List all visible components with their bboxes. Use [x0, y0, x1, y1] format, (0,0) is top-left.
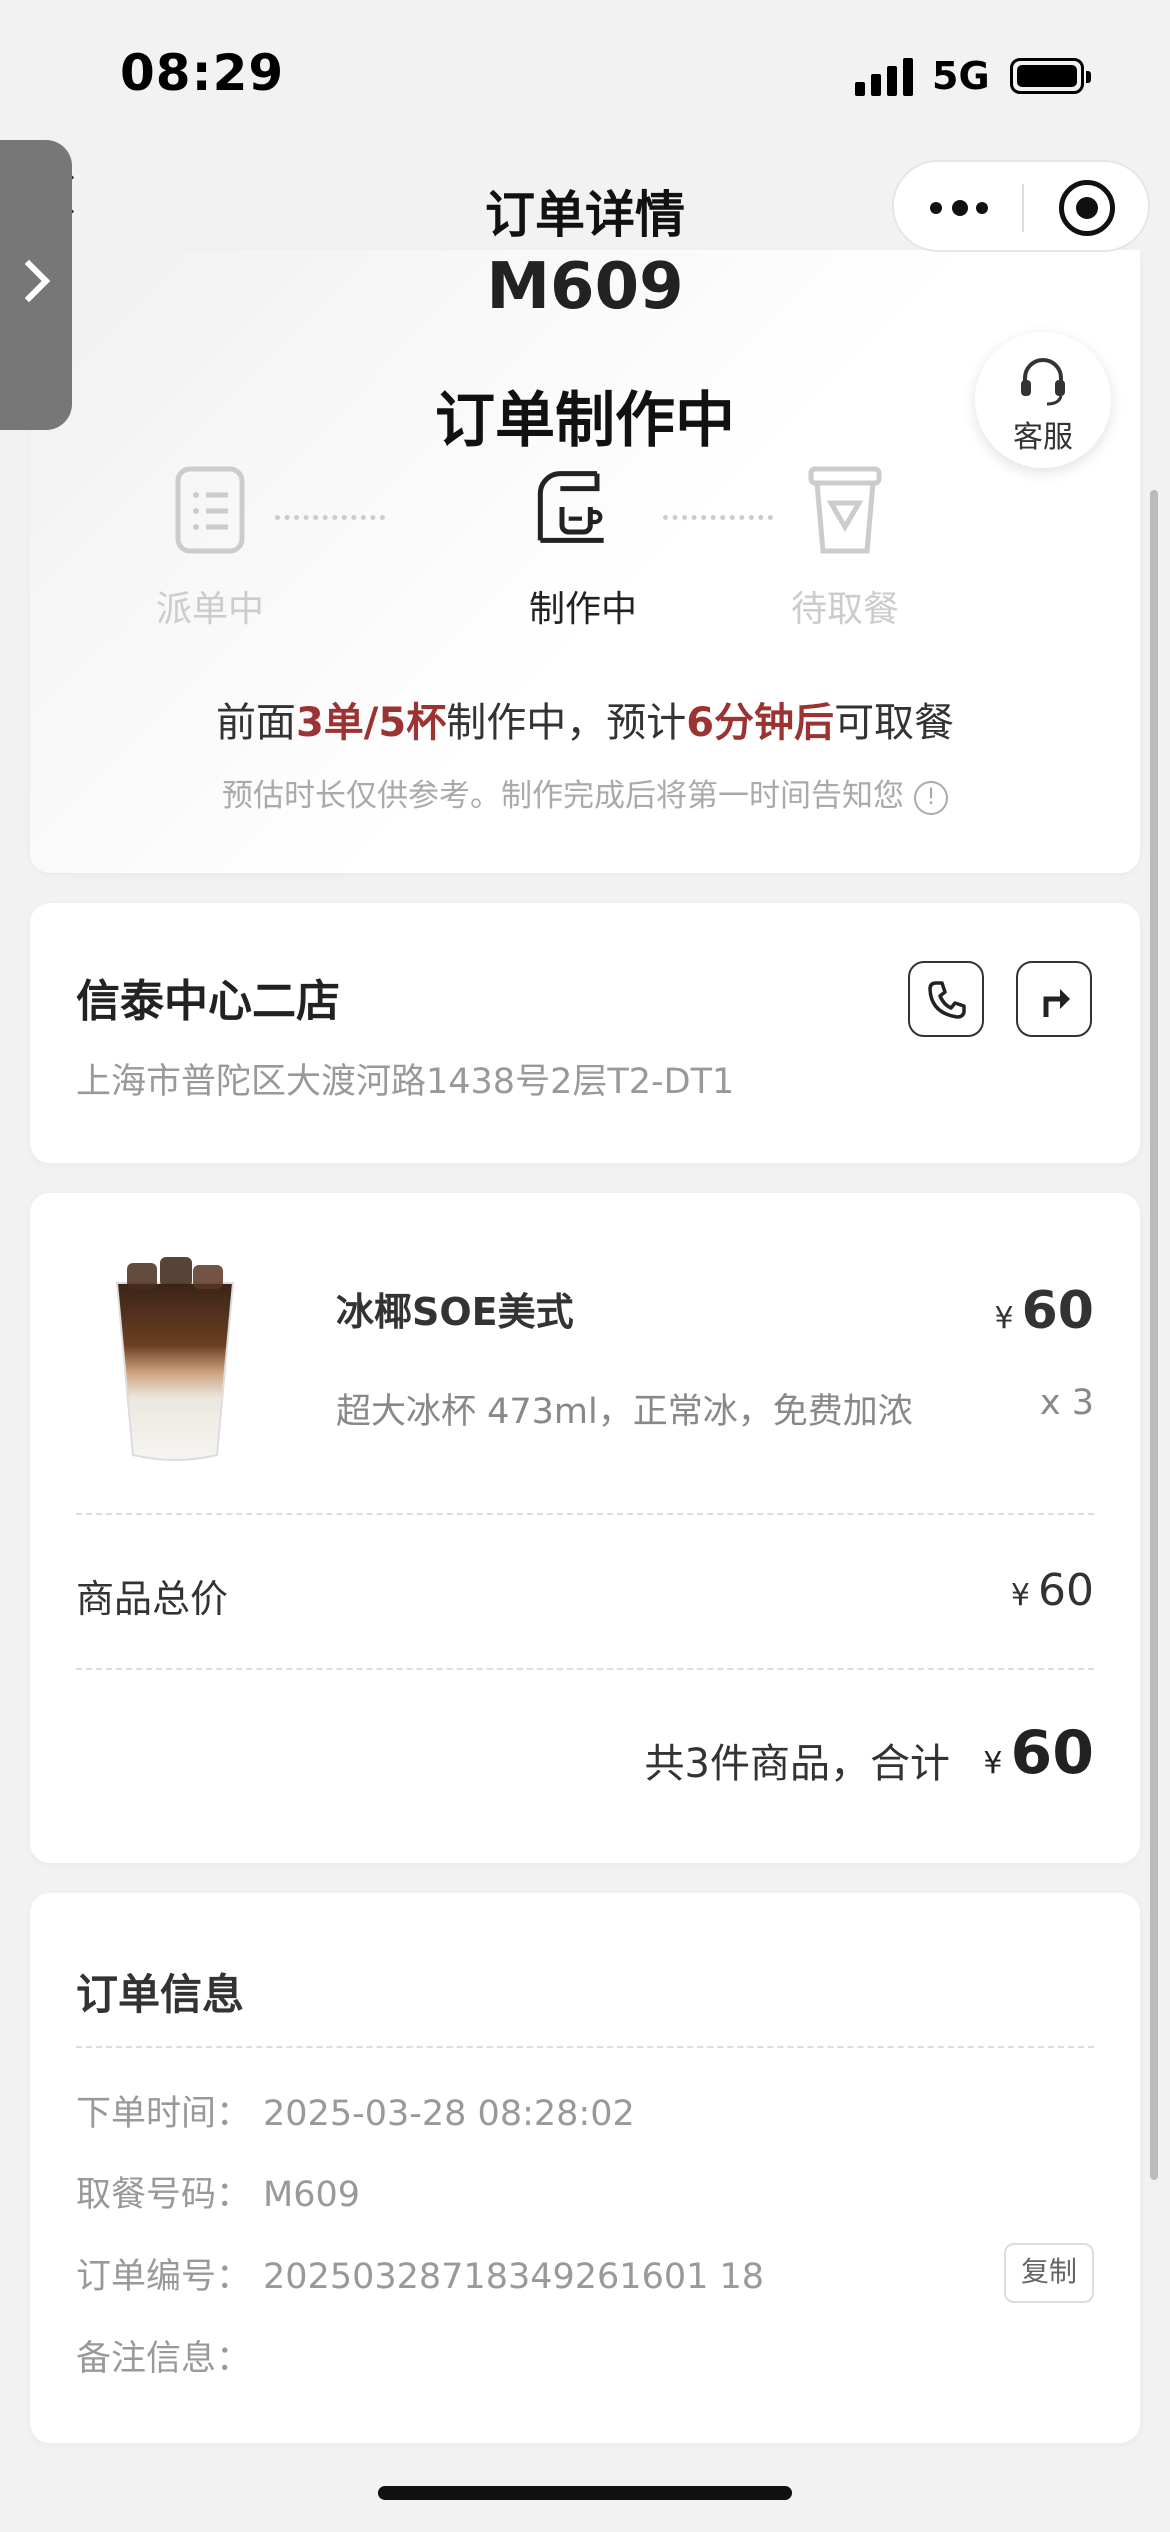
summary-price: ¥60: [983, 1718, 1094, 1788]
store-card: 信泰中心二店 上海市普陀区大渡河路1438号2层T2-DT1: [30, 903, 1140, 1163]
step-connector: [663, 515, 773, 520]
order-info-card: 订单信息 下单时间： 2025-03-28 08:28:02 取餐号码： M609 …: [30, 1893, 1140, 2443]
product-name: 冰椰SOE美式: [336, 1290, 574, 1334]
product-spec: 超大冰杯 473ml，正常冰，免费加浓: [336, 1392, 913, 1432]
product-price-value: 60: [1021, 1281, 1094, 1341]
home-indicator: [378, 2486, 792, 2500]
pickup-code-label: 取餐号码：: [76, 2175, 252, 2215]
coffee-machine-icon: [537, 471, 604, 543]
order-number-label: 订单编号：: [76, 2257, 252, 2297]
order-info-title: 订单信息: [76, 1970, 245, 2019]
navigate-button[interactable]: [1016, 961, 1092, 1037]
eta-suffix: 可取餐: [834, 700, 955, 746]
step-label-making: 制作中: [528, 589, 637, 630]
phone-icon: [928, 981, 966, 1019]
eta-text: 前面3单/5杯制作中，预计6分钟后可取餐: [30, 690, 1140, 748]
order-time-row: 下单时间： 2025-03-28 08:28:02: [76, 2085, 635, 2136]
currency-symbol: ¥: [983, 1746, 1003, 1781]
currency-symbol: ¥: [1010, 1578, 1030, 1613]
remark-label: 备注信息：: [76, 2339, 252, 2379]
pickup-cup-icon: [808, 466, 882, 554]
order-number-value: 20250328718349261601 18: [263, 2257, 765, 2297]
subtotal-label: 商品总价: [76, 1577, 229, 1621]
order-time-label: 下单时间：: [76, 2094, 252, 2134]
status-time: 08:29: [120, 44, 285, 102]
pickup-code-value: M609: [263, 2175, 361, 2215]
pickup-code: M609: [486, 250, 684, 324]
mini-program-capsule: [892, 160, 1150, 252]
signal-icon: [855, 58, 915, 96]
remark-row: 备注信息：: [76, 2330, 263, 2381]
directions-icon: [1043, 989, 1070, 1017]
step-label-dispatch: 派单中: [155, 589, 264, 630]
divider: [76, 1513, 1094, 1515]
product-price: ¥60: [995, 1281, 1094, 1341]
divider: [76, 1668, 1094, 1670]
subtotal-value: 60: [1038, 1565, 1094, 1616]
store-address: 上海市普陀区大渡河路1438号2层T2-DT1: [76, 1062, 735, 1102]
product-quantity: x 3: [1039, 1383, 1094, 1423]
capsule-divider: [1022, 184, 1024, 232]
side-drawer-handle[interactable]: [0, 140, 72, 430]
order-status-title: 订单制作中: [435, 386, 735, 456]
order-items-card: 冰椰SOE美式 ¥60 超大冰杯 473ml，正常冰，免费加浓 x 3 商品总价…: [30, 1193, 1140, 1863]
summary-value: 60: [1010, 1718, 1095, 1788]
copy-order-number-button[interactable]: 复制: [1004, 2243, 1094, 2303]
dispatch-list-icon: [175, 466, 245, 554]
eta-queue: 3单/5杯: [295, 700, 447, 746]
step-connector: [275, 515, 385, 520]
network-type: 5G: [932, 54, 990, 98]
order-number-row: 订单编号： 20250328718349261601 18: [76, 2248, 764, 2299]
store-name: 信泰中心二店: [76, 976, 340, 1027]
close-mini-program-icon[interactable]: [1059, 180, 1115, 236]
call-store-button[interactable]: [908, 961, 984, 1037]
scrollbar[interactable]: [1150, 490, 1158, 2180]
pickup-code-row: 取餐号码： M609: [76, 2166, 360, 2217]
customer-service-label: 客服: [1013, 420, 1073, 455]
eta-note: 预估时长仅供参考。制作完成后将第一时间告知您!: [30, 770, 1140, 815]
info-icon[interactable]: !: [914, 780, 948, 815]
order-time-value: 2025-03-28 08:28:02: [263, 2094, 635, 2134]
battery-icon: [1010, 58, 1091, 94]
eta-prefix: 前面: [215, 700, 296, 746]
eta-note-text: 预估时长仅供参考。制作完成后将第一时间告知您: [222, 778, 904, 814]
subtotal-price: ¥60: [1011, 1565, 1094, 1616]
eta-time: 6分钟后: [686, 700, 835, 746]
currency-symbol: ¥: [994, 1301, 1014, 1336]
order-status-card: M609 订单制作中 客服 派单中 制作中 待取餐 前面3单/5杯制作中，预计6…: [30, 250, 1140, 873]
divider: [76, 2046, 1094, 2048]
more-menu-button[interactable]: [930, 188, 990, 228]
chevron-right-icon: [7, 259, 51, 303]
iced-coffee-image: [115, 1257, 235, 1461]
summary-label: 共3件商品，合计: [644, 1741, 950, 1787]
eta-middle: 制作中，预计: [446, 700, 687, 746]
headset-icon: [1021, 358, 1065, 406]
customer-service-button[interactable]: 客服: [975, 332, 1111, 468]
step-label-pickup: 待取餐: [790, 589, 899, 630]
